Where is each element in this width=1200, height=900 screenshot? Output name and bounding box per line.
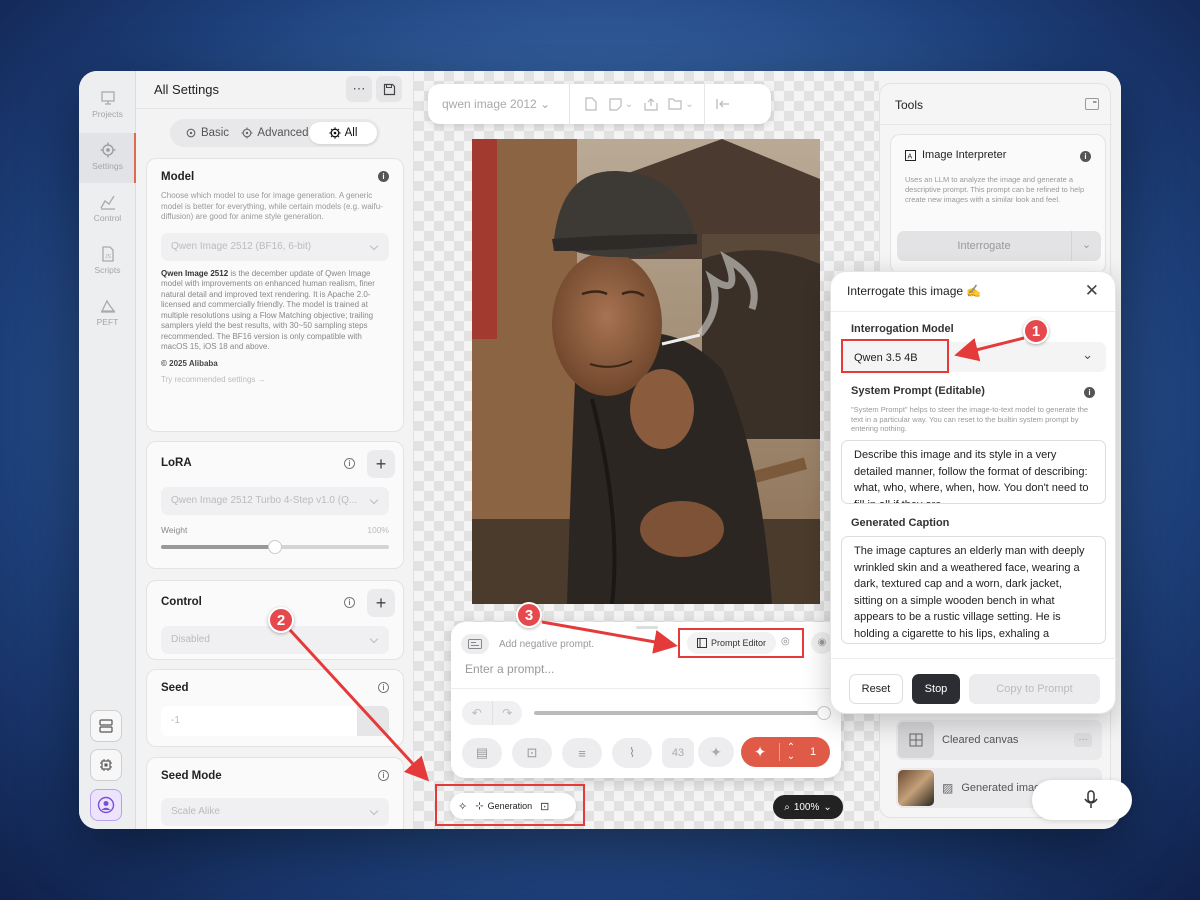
annotation-badge-1: 1 [1023,318,1049,344]
arrow-2 [288,628,430,782]
arrow-1 [954,336,1025,362]
annotation-badge-3: 3 [516,602,542,628]
arrow-3 [541,620,678,654]
annotation-arrows [288,336,1025,782]
annotation-badge-2: 2 [268,607,294,633]
